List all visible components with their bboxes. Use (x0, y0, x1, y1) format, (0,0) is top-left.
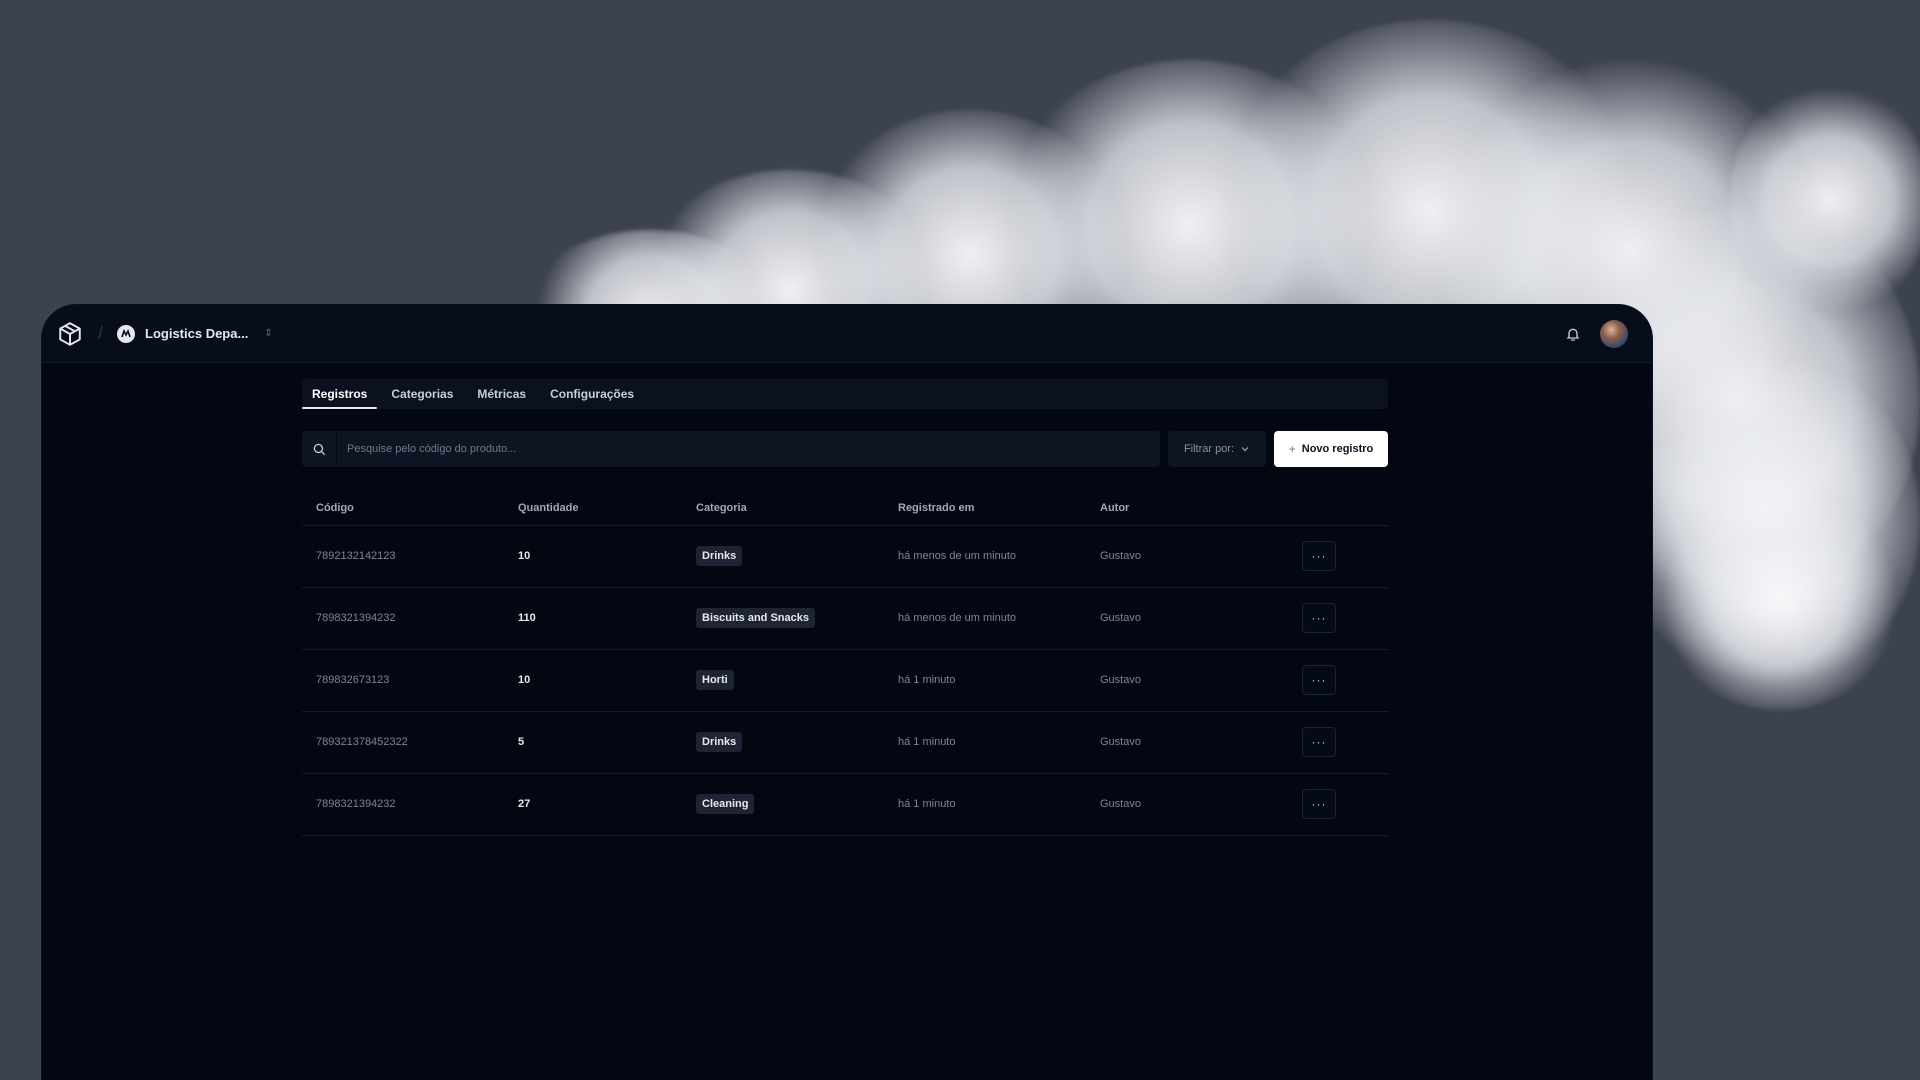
cell-actions: ··· (1288, 773, 1388, 836)
cell-registered: há 1 minuto (884, 649, 1086, 712)
cell-quantity: 27 (504, 773, 682, 836)
category-badge: Drinks (696, 546, 743, 566)
cell-registered: há menos de um minuto (884, 525, 1086, 588)
cell-quantity: 110 (504, 587, 682, 650)
new-record-button[interactable]: + Novo registro (1274, 431, 1388, 467)
chevron-down-icon (1241, 447, 1249, 452)
table-header-row: Código Quantidade Categoria Registrado e… (302, 491, 1388, 526)
more-horizontal-icon: ··· (1311, 735, 1327, 749)
cell-code: 7892132142123 (302, 525, 504, 588)
chevron-up-down-icon: ⇕ (264, 328, 273, 339)
column-header-actions (1288, 491, 1388, 526)
cell-actions: ··· (1288, 711, 1388, 774)
cell-code: 7898321394232 (302, 587, 504, 650)
cell-registered: há 1 minuto (884, 711, 1086, 774)
main-content: Registros Categorias Métricas Configuraç… (302, 379, 1388, 836)
category-badge: Biscuits and Snacks (696, 608, 815, 628)
category-badge: Cleaning (696, 794, 755, 814)
org-logo-icon (117, 324, 136, 343)
box-icon[interactable] (56, 320, 84, 348)
breadcrumb-separator: / (98, 323, 104, 343)
filter-dropdown[interactable]: Filtrar por: (1168, 431, 1266, 467)
table-row: 789321378452322 5 Drinks há 1 minuto Gus… (302, 711, 1388, 774)
cell-author: Gustavo (1086, 773, 1288, 836)
cell-author: Gustavo (1086, 525, 1288, 588)
cell-category: Cleaning (682, 773, 884, 836)
tab-configuracoes[interactable]: Configurações (540, 379, 644, 409)
row-actions-button[interactable]: ··· (1302, 665, 1336, 695)
cell-category: Drinks (682, 525, 884, 588)
more-horizontal-icon: ··· (1311, 549, 1327, 563)
cell-category: Horti (682, 649, 884, 712)
column-header-codigo[interactable]: Código (302, 491, 504, 526)
tab-registros[interactable]: Registros (302, 379, 378, 409)
search-icon (302, 442, 336, 456)
column-header-registrado[interactable]: Registrado em (884, 491, 1086, 526)
column-header-categoria[interactable]: Categoria (682, 491, 884, 526)
row-actions-button[interactable]: ··· (1302, 789, 1336, 819)
cell-author: Gustavo (1086, 649, 1288, 712)
avatar[interactable] (1600, 319, 1628, 348)
org-switcher[interactable]: Logistics Depa... ⇕ (117, 324, 273, 343)
org-name: Logistics Depa... (145, 326, 249, 341)
table-row: 789832673123 10 Horti há 1 minuto Gustav… (302, 649, 1388, 712)
more-horizontal-icon: ··· (1311, 797, 1327, 811)
search-box (302, 431, 1160, 467)
tab-categorias[interactable]: Categorias (381, 379, 463, 409)
table-row: 7898321394232 110 Biscuits and Snacks há… (302, 587, 1388, 650)
search-input[interactable] (336, 431, 1160, 467)
cell-quantity: 5 (504, 711, 682, 774)
tab-bar: Registros Categorias Métricas Configuraç… (302, 379, 1388, 409)
filter-label: Filtrar por: (1183, 443, 1235, 455)
cell-category: Drinks (682, 711, 884, 774)
cell-registered: há menos de um minuto (884, 587, 1086, 650)
cell-code: 789832673123 (302, 649, 504, 712)
cell-code: 789321378452322 (302, 711, 504, 774)
cell-actions: ··· (1288, 525, 1388, 588)
row-actions-button[interactable]: ··· (1302, 603, 1336, 633)
cell-registered: há 1 minuto (884, 773, 1086, 836)
bell-icon[interactable] (1562, 323, 1584, 345)
category-badge: Drinks (696, 732, 743, 752)
app-window: / Logistics Depa... ⇕ Registros Categori… (42, 305, 1652, 1080)
tab-metricas[interactable]: Métricas (467, 379, 536, 409)
cell-actions: ··· (1288, 649, 1388, 712)
top-bar: / Logistics Depa... ⇕ (42, 305, 1652, 363)
cell-author: Gustavo (1086, 711, 1288, 774)
more-horizontal-icon: ··· (1311, 611, 1327, 625)
toolbar: Filtrar por: + Novo registro (302, 431, 1388, 467)
table-row: 7898321394232 27 Cleaning há 1 minuto Gu… (302, 773, 1388, 836)
plus-icon: + (1288, 442, 1296, 456)
cell-quantity: 10 (504, 649, 682, 712)
column-header-quantidade[interactable]: Quantidade (504, 491, 682, 526)
cell-code: 7898321394232 (302, 773, 504, 836)
more-horizontal-icon: ··· (1311, 673, 1327, 687)
table-row: 7892132142123 10 Drinks há menos de um m… (302, 525, 1388, 588)
row-actions-button[interactable]: ··· (1302, 727, 1336, 757)
category-badge: Horti (696, 670, 734, 690)
cell-actions: ··· (1288, 587, 1388, 650)
cell-author: Gustavo (1086, 587, 1288, 650)
row-actions-button[interactable]: ··· (1302, 541, 1336, 571)
new-record-label: Novo registro (1301, 443, 1374, 455)
column-header-autor[interactable]: Autor (1086, 491, 1288, 526)
cell-category: Biscuits and Snacks (682, 587, 884, 650)
records-table: Código Quantidade Categoria Registrado e… (302, 491, 1388, 836)
cell-quantity: 10 (504, 525, 682, 588)
